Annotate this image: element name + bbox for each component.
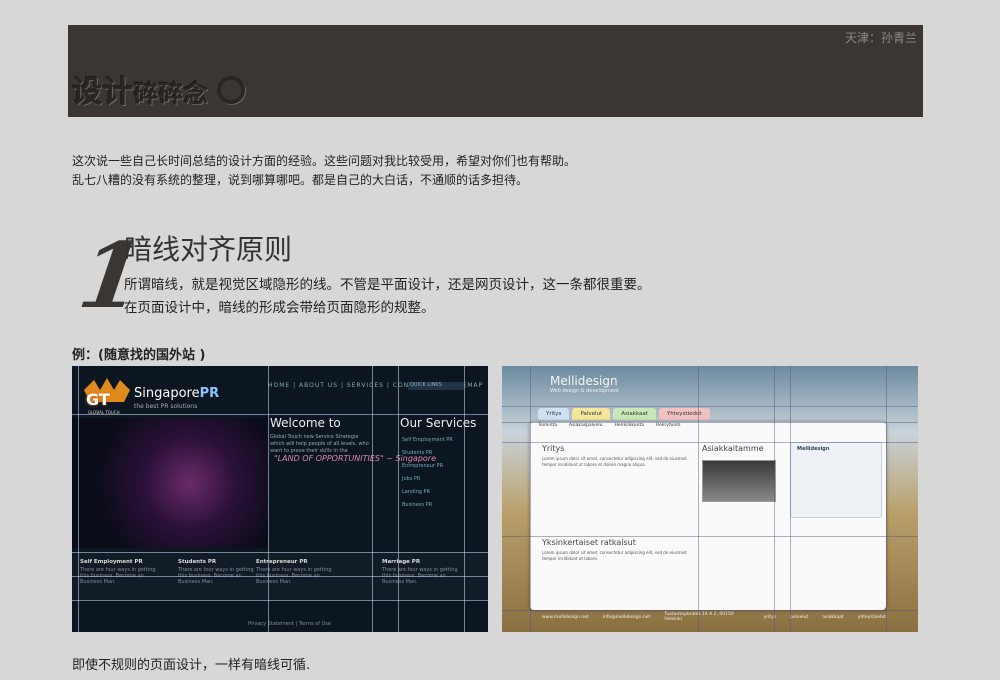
brand-pr: PR (199, 386, 220, 401)
author-label: 天津：孙青兰 (844, 31, 917, 45)
subnav-item: Rekrytointi (656, 423, 681, 428)
welcome-body: Global Touch new Service Strategie which… (270, 434, 369, 454)
guide-line (268, 366, 269, 632)
guide-line (502, 536, 918, 537)
singaporepr-brand: SingaporePR (134, 386, 219, 401)
guide-line (72, 414, 488, 415)
feature-column: Self Employment PR There are four ways i… (80, 559, 160, 585)
guide-line (72, 552, 488, 553)
example-screenshot-mellidesign: Mellidesign Web design & development Yri… (502, 366, 918, 632)
services-list: Self Employment PR Students PR Entrepren… (402, 434, 453, 512)
guide-line (372, 366, 373, 632)
client-thumbnail (702, 460, 776, 502)
service-item: Landing PR (402, 489, 431, 495)
footer-item: www.mellidesign.net (542, 614, 589, 620)
guide-line (502, 442, 918, 443)
guide-line (398, 366, 399, 632)
example-screenshot-singaporepr: GT GLOBAL TOUCH SingaporePR the best PR … (72, 366, 488, 632)
brand-name: Singapore (134, 386, 200, 401)
guide-line (72, 576, 488, 577)
guide-line (72, 600, 488, 601)
section-title: 暗线对齐原则 (124, 233, 293, 266)
footer-item: info@mellidesign.net (602, 614, 651, 620)
footer-item: asiakkaat (822, 614, 844, 620)
section-desc-2: 在页面设计中，暗线的形成会带给页面隐形的规整。 (124, 300, 435, 316)
feature-column: Students PR There are four ways in getti… (178, 559, 258, 585)
subnav-item: Toiminta (538, 423, 557, 428)
service-item: Entrepreneur PR (402, 463, 444, 469)
gt-logo-text: GT (86, 390, 110, 409)
example-label: 例：(随意找的国外站 ) (72, 348, 206, 363)
heading-asiakkaitamme: Asiakkaitamme (702, 444, 764, 453)
heading-yritys: Yritys (542, 444, 565, 453)
guide-line (502, 610, 918, 611)
body-text: Lorem ipsum dolor sit amet, consectetur … (542, 456, 687, 467)
subnav-item: Henkilökunta (614, 423, 645, 428)
heading-ratkaisut: Yksinkertaiset ratkaisut (542, 538, 636, 547)
guide-line (464, 366, 465, 632)
feature-title: Marriage PR (382, 559, 421, 565)
title-main: 设计 (72, 75, 134, 110)
body-text: Lorem ipsum dolor sit amet, consectetur … (542, 550, 687, 561)
welcome-heading: Welcome to (270, 416, 341, 430)
section-desc-1: 所谓暗线，就是视觉区域隐形的线。不管是平面设计，还是网页设计，这一条都很重要。 (124, 277, 651, 293)
tab-palvelut: Palvelut (572, 408, 611, 420)
intro-text: 这次说一些自己长时间总结的设计方面的经验。这些问题对我比较受用，希望对你们也有帮… (72, 152, 576, 190)
mellidesign-logo: Mellidesign (550, 374, 618, 388)
service-item: Self Employment PR (402, 437, 453, 443)
tab-yritys: Yritys (538, 408, 570, 420)
circle-ornament-icon (217, 76, 245, 104)
footer-links: Privacy Statement | Terms of Use (248, 621, 331, 627)
quick-links-select: QUICK LINKS (408, 382, 464, 390)
intro-line-1: 这次说一些自己长时间总结的设计方面的经验。这些问题对我比较受用，希望对你们也有帮… (72, 154, 577, 168)
service-item: Students PR (402, 450, 433, 456)
page-title: 设计碎碎念 (72, 67, 245, 111)
footer-item: Tuotantoyksikkö 14 A 2, 00150 Helsinki (664, 612, 734, 622)
section-description: 所谓暗线，就是视觉区域隐形的线。不管是平面设计，还是网页设计，这一条都很重要。 … (124, 274, 651, 320)
tab-yhteystiedot: Yhteystiedot (658, 408, 710, 420)
intro-line-2: 乱七八糟的没有系统的整理，说到哪算哪吧。都是自己的大白话，不通顺的话多担待。 (72, 173, 529, 187)
footer-item: palvelut (790, 614, 809, 620)
subnav-item: Asiakaspalvelu (569, 423, 603, 428)
brand-tagline: the best PR solutions (134, 403, 198, 410)
feature-title: Self Employment PR (80, 559, 143, 565)
main-tabs: Yritys Palvelut Asiakkaat Yhteystiedot (538, 408, 710, 420)
tab-asiakkaat: Asiakkaat (613, 408, 656, 420)
logo-subtitle: Web design & development (550, 388, 620, 394)
guide-line (502, 422, 918, 423)
guide-line (78, 366, 79, 632)
service-item: Business PR (402, 502, 433, 508)
footnote: 即使不规则的页面设计，一样有暗线可循. (72, 658, 311, 673)
feature-column: Marriage PR There are four ways in getti… (382, 559, 462, 585)
header-banner: 天津：孙青兰 设计碎碎念 (68, 25, 923, 117)
feature-title: Students PR (178, 559, 217, 565)
footer-item: yhteystiedot (857, 614, 886, 620)
guide-line (502, 406, 918, 407)
sidebar-title: Mellidesign (797, 446, 830, 452)
contact-sidebar: Mellidesign (790, 442, 882, 518)
title-sub: 碎碎念 (134, 80, 209, 108)
footer-bar: www.mellidesign.net info@mellidesign.net… (530, 610, 886, 624)
sub-nav: Toiminta Asiakaspalvelu Henkilökunta Rek… (538, 423, 680, 428)
merlion-hero-image (72, 418, 268, 548)
service-item: Jobs PR (402, 476, 421, 482)
